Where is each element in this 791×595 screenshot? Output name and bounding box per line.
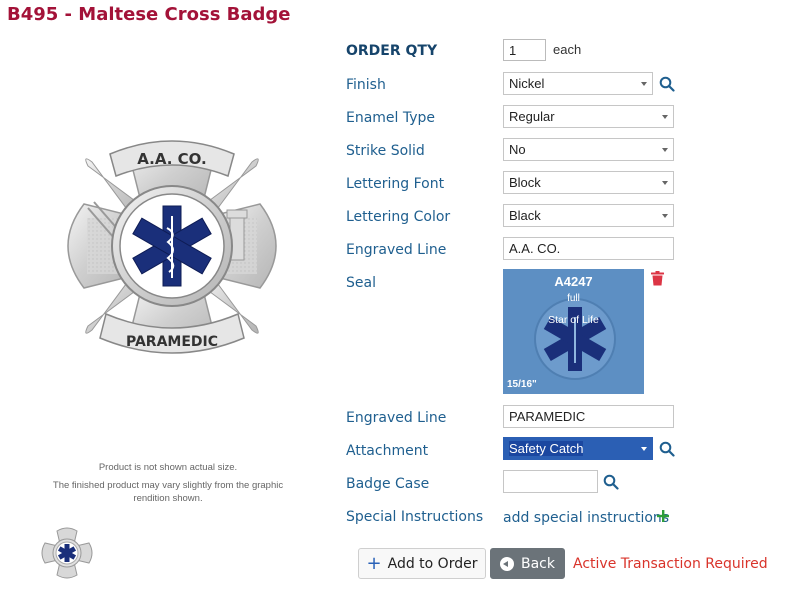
back-arrow-icon: [500, 556, 514, 571]
seal-size: 15/16": [507, 379, 537, 390]
attachment-value: Safety Catch: [509, 441, 584, 456]
badge-case-input[interactable]: [503, 470, 598, 493]
add-to-order-button[interactable]: + Add to Order: [358, 548, 486, 579]
seal-preview[interactable]: A4247 full Star of Life 15/16": [503, 269, 644, 394]
search-icon[interactable]: [659, 441, 675, 457]
add-to-order-label: Add to Order: [387, 555, 478, 572]
chevron-down-icon: [662, 115, 668, 119]
transaction-warning: Active Transaction Required: [573, 556, 768, 572]
badge-case-label: Badge Case: [346, 476, 430, 492]
attachment-label: Attachment: [346, 443, 429, 459]
strike-solid-label: Strike Solid: [346, 143, 425, 159]
chevron-down-icon: [641, 82, 647, 86]
finish-label: Finish: [346, 77, 386, 93]
chevron-down-icon: [662, 214, 668, 218]
badge-bottom-text: PARAMEDIC: [126, 334, 218, 350]
seal-label: Seal: [346, 275, 376, 291]
badge-thumbnail[interactable]: [39, 525, 95, 581]
engraved-line-1-label: Engraved Line: [346, 242, 447, 258]
seal-type: full: [567, 293, 580, 304]
rendition-disclaimer: The finished product may vary slightly f…: [52, 480, 284, 504]
strike-solid-value: No: [509, 142, 526, 157]
chevron-down-icon: [641, 447, 647, 451]
search-icon[interactable]: [659, 76, 675, 92]
back-button[interactable]: Back: [490, 548, 565, 579]
search-icon[interactable]: [603, 474, 619, 490]
seal-code: A4247: [554, 274, 593, 289]
plus-icon-button: +: [366, 552, 382, 574]
special-instructions-label: Special Instructions: [346, 509, 484, 525]
enamel-type-value: Regular: [509, 109, 555, 124]
badge-top-text: A.A. CO.: [137, 150, 207, 168]
strike-solid-select[interactable]: No: [503, 138, 674, 161]
lettering-color-value: Black: [509, 208, 541, 223]
plus-icon[interactable]: [657, 510, 669, 522]
order-qty-unit: each: [553, 42, 582, 57]
lettering-color-label: Lettering Color: [346, 209, 451, 225]
engraved-line-1-input[interactable]: [503, 237, 674, 260]
order-qty-label: ORDER QTY: [346, 43, 438, 59]
attachment-select[interactable]: Safety Catch: [503, 437, 653, 460]
lettering-font-select[interactable]: Block: [503, 171, 674, 194]
engraved-line-2-label: Engraved Line: [346, 410, 447, 426]
seal-name: Star of Life: [548, 314, 599, 326]
back-label: Back: [521, 555, 555, 572]
order-qty-input[interactable]: [503, 39, 546, 61]
badge-product-image: A.A. CO. PARAMEDIC: [67, 140, 277, 354]
chevron-down-icon: [662, 148, 668, 152]
page-title: B495 - Maltese Cross Badge: [7, 4, 291, 25]
finish-select[interactable]: Nickel: [503, 72, 653, 95]
lettering-color-select[interactable]: Black: [503, 204, 674, 227]
chevron-down-icon: [662, 181, 668, 185]
engraved-line-2-input[interactable]: [503, 405, 674, 428]
enamel-type-select[interactable]: Regular: [503, 105, 674, 128]
lettering-font-label: Lettering Font: [346, 176, 445, 192]
size-disclaimer: Product is not shown actual size.: [98, 462, 238, 473]
enamel-type-label: Enamel Type: [346, 110, 436, 126]
add-special-instructions-link[interactable]: add special instructions: [503, 510, 669, 526]
finish-value: Nickel: [509, 76, 545, 91]
lettering-font-value: Block: [509, 175, 541, 190]
trash-icon[interactable]: [651, 271, 664, 286]
